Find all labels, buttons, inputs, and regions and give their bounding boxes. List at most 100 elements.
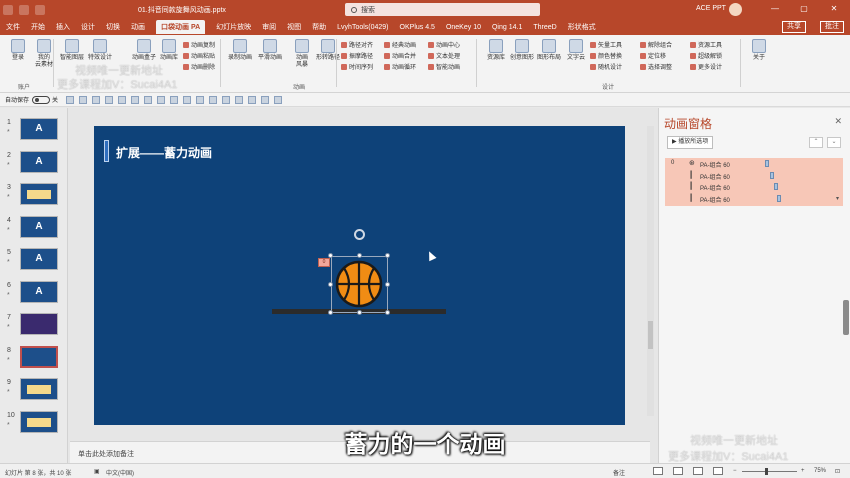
more-commands-icon[interactable]	[274, 95, 283, 104]
ribbon-small-button[interactable]: 动画中心	[428, 40, 460, 49]
slideshow-icon[interactable]	[713, 467, 723, 475]
ribbon-small-button[interactable]: 矢量工具	[590, 40, 622, 49]
fit-slide-icon[interactable]: ⊡	[835, 468, 840, 475]
search-box[interactable]: 搜索	[345, 3, 540, 16]
start-from-beginning-icon[interactable]	[105, 95, 114, 104]
ribbon-small-button[interactable]: 动画删除	[183, 62, 215, 71]
avatar[interactable]	[729, 3, 742, 16]
ribbon-button-12[interactable]: 图形布局	[535, 39, 563, 62]
ribbon-button-6[interactable]: 录制动画	[226, 39, 254, 62]
ribbon-small-button[interactable]: 时间序列	[341, 62, 373, 71]
zoom-slider[interactable]	[742, 471, 797, 472]
resize-handle-left[interactable]	[328, 282, 333, 287]
resize-handle-bottom-left[interactable]	[328, 310, 333, 315]
slide-sorter-icon[interactable]	[673, 467, 683, 475]
rotate-handle-icon[interactable]	[354, 229, 365, 240]
comments-button[interactable]: 批注	[820, 21, 844, 33]
slide-thumbnail[interactable]: A	[20, 150, 58, 173]
slide-thumbnail-pane[interactable]: 1 * A 2 * A 3 * 4 * A 5 * A 6 * A 7 * 8 * 9 * 10 *	[0, 108, 68, 463]
shape-outline-icon[interactable]	[261, 95, 270, 104]
share-button[interactable]: 共享	[782, 21, 806, 33]
zoom-out-icon[interactable]: −	[733, 468, 737, 474]
tab-12[interactable]: OKPlus 4.5	[400, 24, 435, 31]
dropdown-icon[interactable]: ▾	[836, 195, 839, 202]
zoom-level[interactable]: 75%	[814, 468, 826, 474]
move-up-icon[interactable]: ⌃	[809, 137, 823, 148]
move-down-icon[interactable]: ⌄	[827, 137, 841, 148]
redo-icon[interactable]	[92, 95, 101, 104]
tab-4[interactable]: 切换	[106, 22, 120, 32]
ribbon-button-10[interactable]: 资源库	[482, 39, 510, 62]
tab-14[interactable]: Qing 14.1	[492, 24, 522, 31]
slide-thumbnail[interactable]	[20, 345, 58, 368]
slide-thumbnail[interactable]: A	[20, 215, 58, 238]
slide-thumbnail[interactable]: A	[20, 280, 58, 303]
ribbon-button-11[interactable]: 创意图形	[508, 39, 536, 62]
ribbon-small-button[interactable]: 资源工具	[690, 40, 722, 49]
reading-view-icon[interactable]	[693, 467, 703, 475]
save-icon[interactable]	[66, 95, 75, 104]
slide-thumbnail[interactable]	[20, 378, 58, 400]
resize-handle-bottom[interactable]	[357, 310, 362, 315]
animation-list[interactable]: 0 ⊛ PA-组合 60 ┃ PA-组合 60 ┃ PA-组合 60 ┃ PA-组合 60 ▾	[665, 158, 843, 206]
resize-handle-right[interactable]	[385, 282, 390, 287]
ribbon-small-button[interactable]: 经典动画	[384, 40, 416, 49]
ribbon-button-8[interactable]: 动画 风暴	[288, 39, 316, 69]
ribbon-small-button[interactable]: 振摩路径	[341, 51, 373, 60]
ribbon-button-9[interactable]: 形转路径	[314, 39, 342, 62]
autosave-icon[interactable]	[3, 4, 13, 15]
ribbon-small-button[interactable]: 更多设计	[690, 62, 722, 71]
ribbon-button-5[interactable]: 动画库	[155, 39, 183, 62]
tab-1[interactable]: 开始	[31, 22, 45, 32]
ribbon-small-button[interactable]: 超级解锁	[690, 51, 722, 60]
align-left-icon[interactable]	[118, 95, 127, 104]
ribbon-small-button[interactable]: 随机设计	[590, 62, 622, 71]
pane-scrollbar-thumb[interactable]	[843, 300, 849, 335]
animation-list-item[interactable]: ┃ PA-组合 60	[665, 193, 843, 204]
tab-10[interactable]: 帮助	[312, 22, 326, 32]
zoom-slider-knob[interactable]	[765, 468, 768, 475]
close-icon[interactable]: ✕	[829, 4, 839, 14]
animation-timing-bar[interactable]	[770, 171, 775, 179]
align-top-icon[interactable]	[157, 95, 166, 104]
play-selected-button[interactable]: ▶ 播放所选项	[667, 136, 714, 149]
tab-9[interactable]: 视图	[287, 22, 301, 32]
close-icon[interactable]: ✕	[834, 116, 842, 127]
zoom-in-icon[interactable]: +	[801, 468, 805, 474]
ribbon-small-button[interactable]: 智能动画	[428, 62, 460, 71]
selection-pane-icon[interactable]	[235, 95, 244, 104]
normal-view-icon[interactable]	[653, 467, 663, 475]
ribbon-small-button[interactable]: 解除组合	[640, 40, 672, 49]
animation-list-item[interactable]: ┃ PA-组合 60	[665, 181, 843, 192]
basketball-icon[interactable]	[335, 260, 383, 308]
slide-thumbnail[interactable]: A	[20, 118, 58, 140]
slide-canvas[interactable]: 扩展——蓄力动画 0	[94, 126, 625, 425]
ribbon-small-button[interactable]: 路径对齐	[341, 40, 373, 49]
ribbon-button-7[interactable]: 平滑动画	[256, 39, 284, 62]
tab-5[interactable]: 动画	[131, 22, 145, 32]
minimize-icon[interactable]: —	[770, 4, 780, 14]
slide-thumbnail[interactable]	[20, 183, 58, 205]
resize-handle-top[interactable]	[357, 253, 362, 258]
ribbon-small-button[interactable]: 动画粘贴	[183, 51, 215, 60]
tab-6[interactable]: 口袋动画 PA	[156, 20, 206, 34]
resize-handle-bottom-right[interactable]	[385, 310, 390, 315]
ungroup-icon[interactable]	[222, 95, 231, 104]
redo-icon[interactable]	[35, 4, 45, 15]
ribbon-button-4[interactable]: 动画盒子	[130, 39, 158, 62]
ribbon-button-0[interactable]: 登录	[4, 39, 32, 62]
animation-order-tag[interactable]: 0	[318, 258, 330, 267]
tab-0[interactable]: 文件	[6, 22, 20, 32]
scrollbar-thumb[interactable]	[648, 321, 653, 349]
tab-2[interactable]: 插入	[56, 22, 70, 32]
resize-handle-top-right[interactable]	[385, 253, 390, 258]
align-center-icon[interactable]	[131, 95, 140, 104]
animation-timing-bar[interactable]	[764, 160, 769, 167]
tab-3[interactable]: 设计	[81, 22, 95, 32]
ribbon-button-2[interactable]: 智能图层	[58, 39, 86, 62]
ribbon-small-button[interactable]: 定位移	[640, 51, 666, 60]
align-middle-icon[interactable]	[170, 95, 179, 104]
slide-title[interactable]: 扩展——蓄力动画	[116, 144, 212, 161]
shape-fill-icon[interactable]	[248, 95, 257, 104]
tab-8[interactable]: 审阅	[262, 22, 276, 32]
